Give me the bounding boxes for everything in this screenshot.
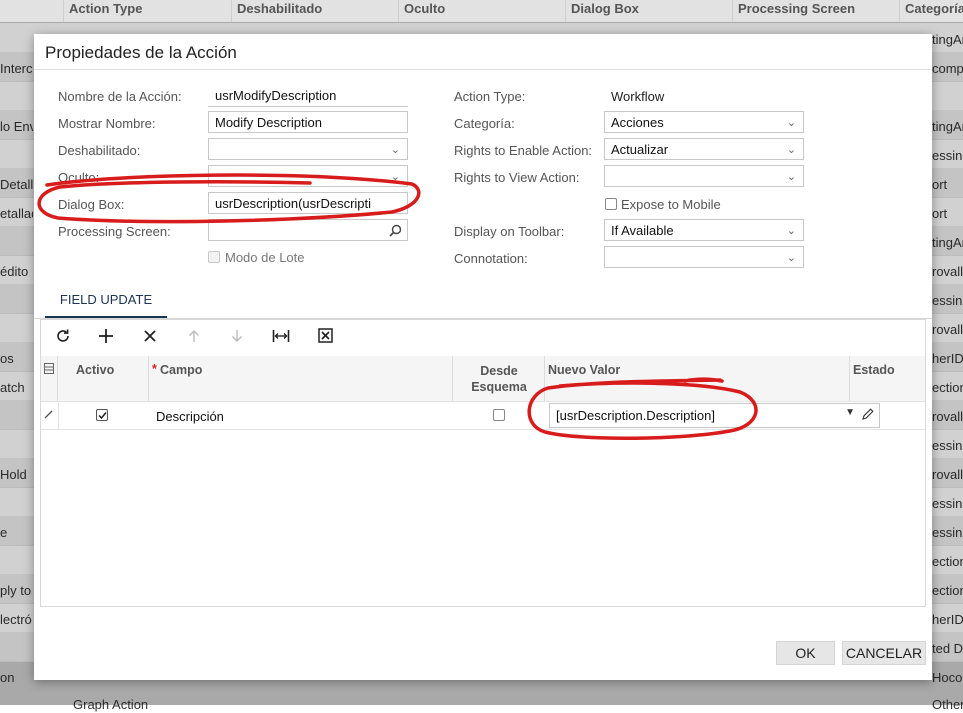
annotation-circle-new-value <box>527 377 758 440</box>
red-annotation-marks <box>37 173 758 440</box>
annotation-circle-dialog-box <box>37 173 421 224</box>
